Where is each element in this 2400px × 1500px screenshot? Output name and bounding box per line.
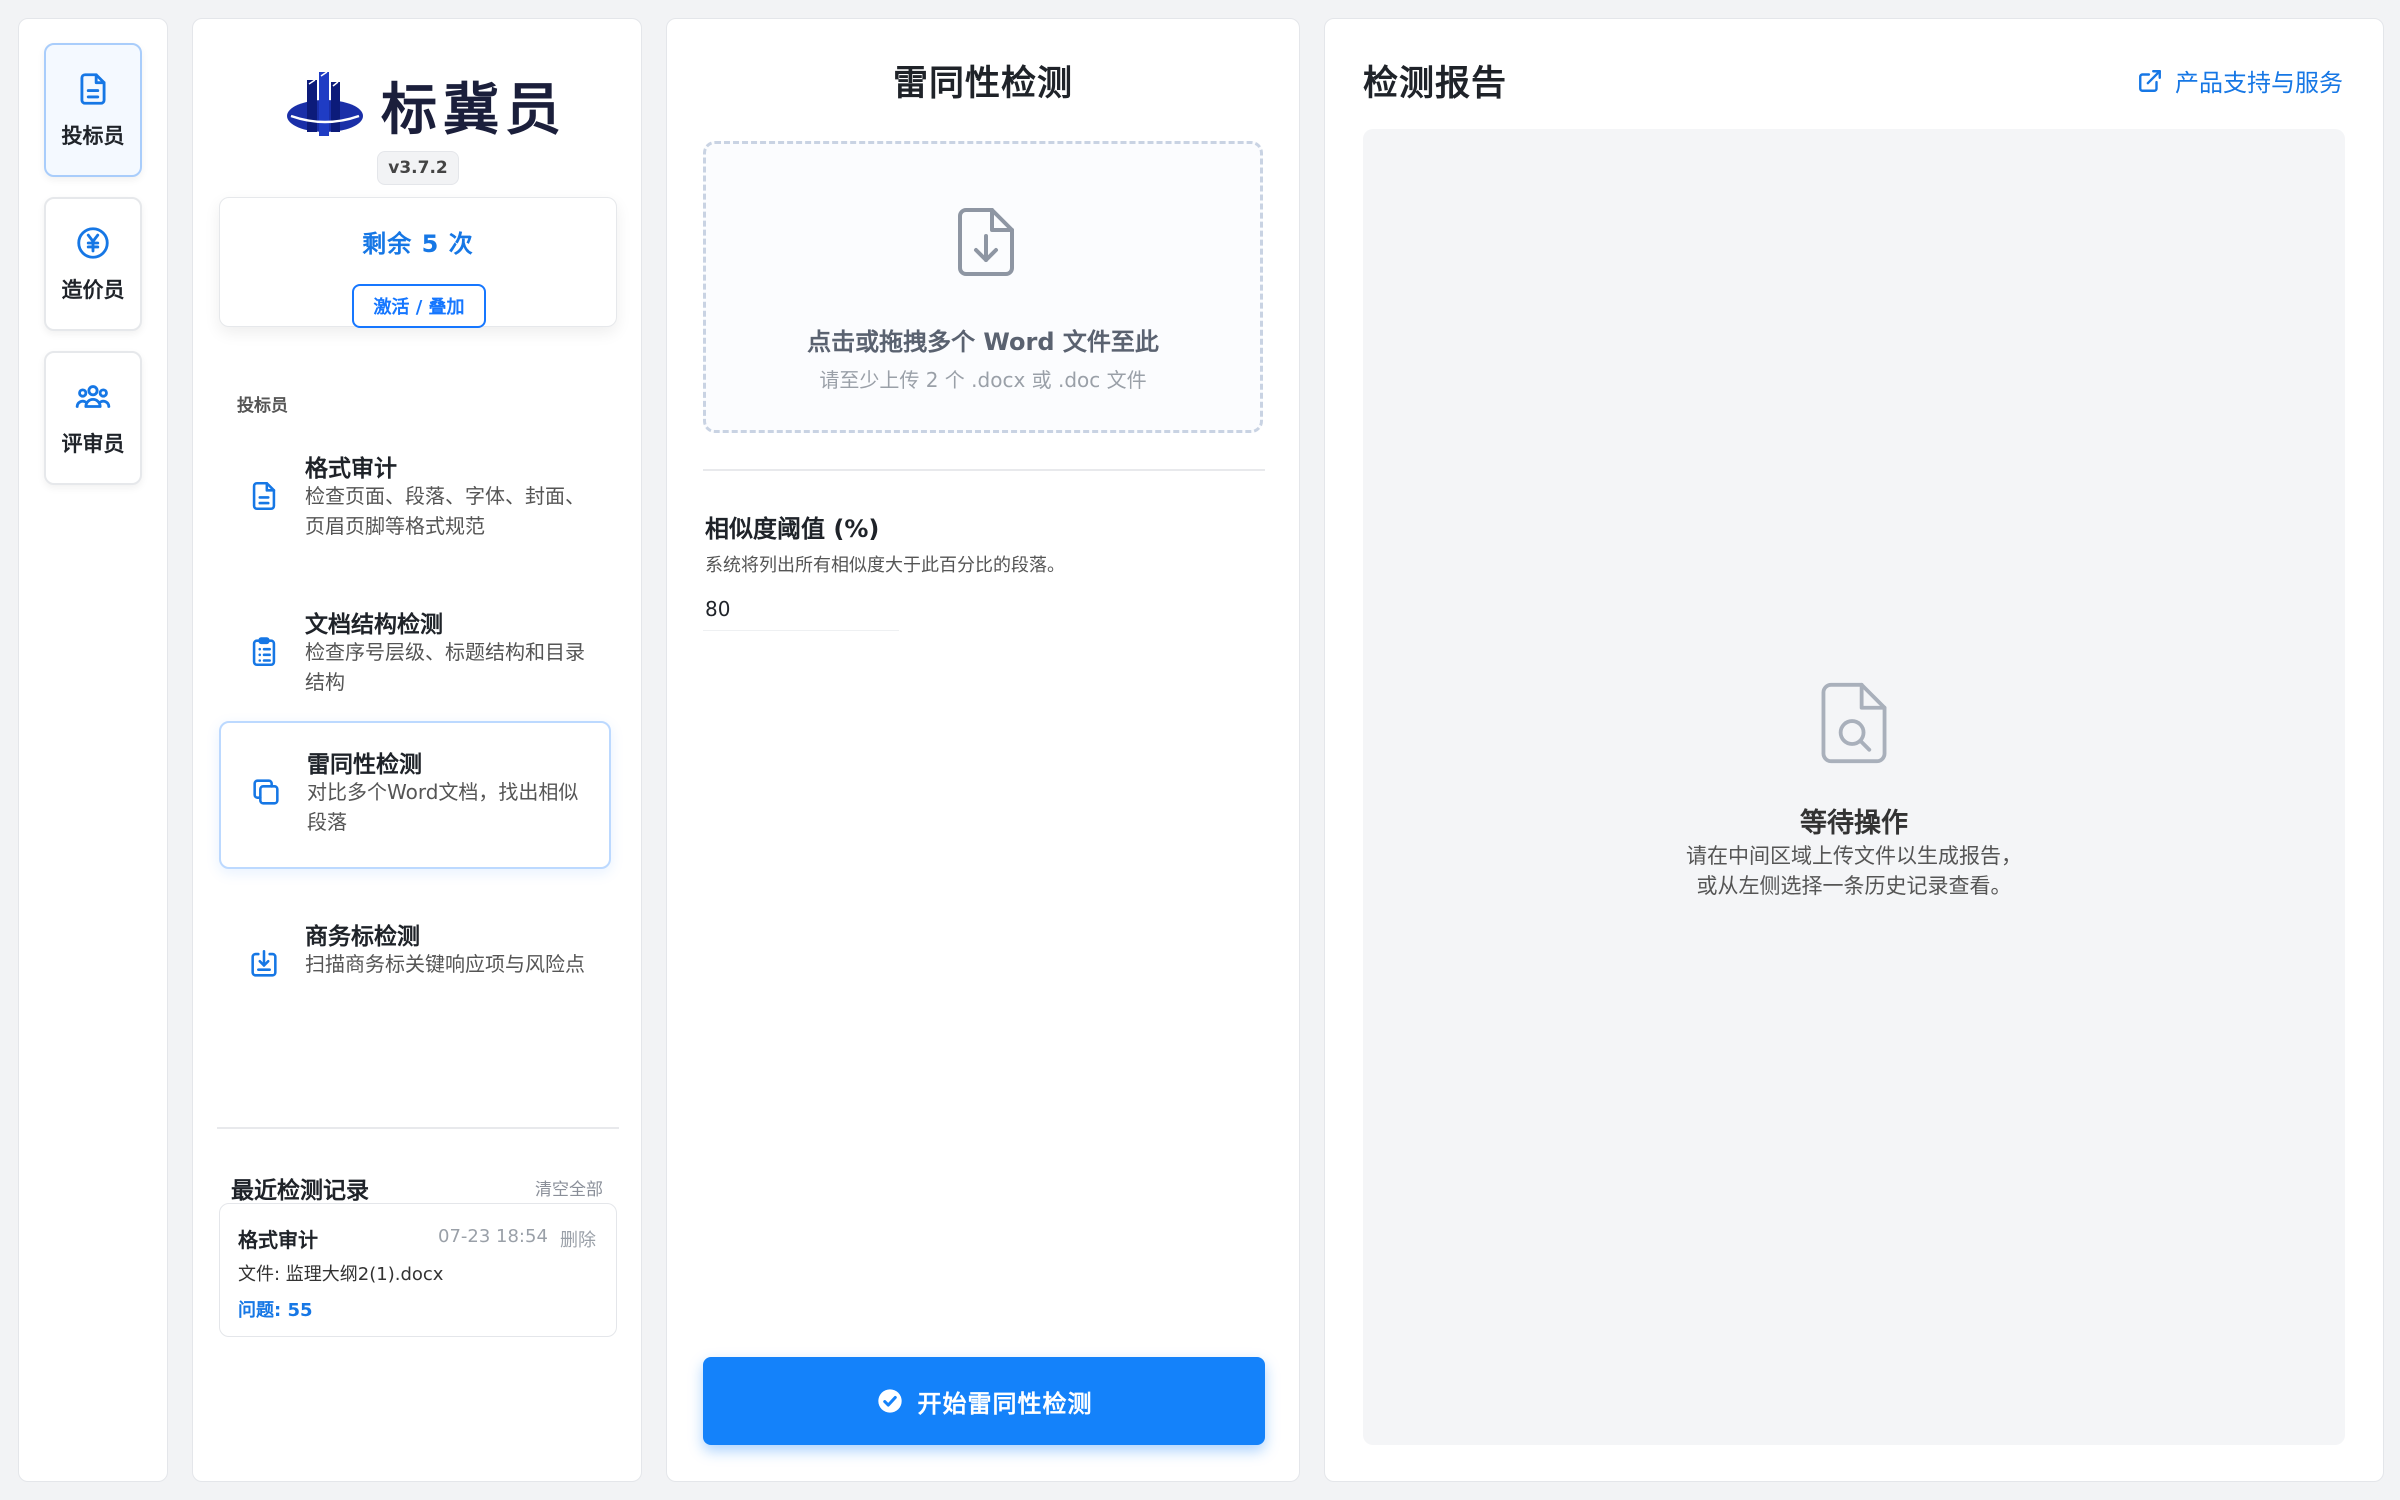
start-button-label: 开始雷同性检测 [917,1390,1093,1418]
external-link-icon [2139,69,2161,92]
clipboard-list-icon [252,637,276,667]
history-record[interactable]: 格式审计 07-23 18:54 删除 文件: 监理大纲2(1).docx 问题… [219,1203,617,1337]
role-cost-estimator[interactable]: 造价员 [44,197,142,331]
version-badge: v3.7.2 [377,151,459,185]
nav-item-structure-check[interactable]: 文档结构检测 检查序号层级、标题结构和目录结构 [219,583,611,731]
file-download-icon [958,208,1014,276]
threshold-input[interactable] [703,587,899,631]
dropzone-hint-text: 请至少上传 2 个 .docx 或 .doc 文件 [819,368,1147,392]
report-content-area: 等待操作 请在中间区域上传文件以生成报告， 或从左侧选择一条历史记录查看。 [1363,129,2345,1445]
role-bidder-label: 投标员 [61,124,125,148]
nav-item-desc: 扫描商务标关键响应项与风险点 [305,952,585,976]
nav-item-business-check[interactable]: 商务标检测 扫描商务标关键响应项与风险点 [219,895,611,1043]
record-delete-button[interactable]: 删除 [560,1226,596,1252]
empty-state-desc-line: 请在中间区域上传文件以生成报告， [1686,844,2022,868]
threshold-label: 相似度阈值 (%) [705,515,880,543]
nav-divider [217,1127,619,1129]
nav-item-title: 商务标检测 [305,924,420,950]
brand-name: 标冀员 [381,78,567,143]
document-icon [80,73,106,105]
dropzone-main-text: 点击或拖拽多个 Word 文件至此 [807,328,1159,356]
empty-state-desc: 请在中间区域上传文件以生成报告， 或从左侧选择一条历史记录查看。 [1363,841,2345,901]
users-icon [75,385,111,408]
nav-item-desc: 对比多个Word文档，找出相似段落 [307,780,579,834]
file-text-icon [252,481,276,511]
role-reviewer-label: 评审员 [61,432,125,456]
nav-item-desc: 检查页面、段落、字体、封面、页眉页脚等格式规范 [305,484,585,538]
nav-item-title: 雷同性检测 [307,752,422,778]
record-type: 格式审计 [238,1228,318,1252]
record-file: 文件: 监理大纲2(1).docx [238,1264,444,1285]
record-time: 07-23 18:54 [438,1226,548,1247]
file-dropzone[interactable]: 点击或拖拽多个 Word 文件至此 请至少上传 2 个 .docx 或 .doc… [703,141,1263,433]
nav-item-title: 文档结构检测 [305,612,443,638]
copy-icon [253,779,279,805]
nav-section-title: 投标员 [237,396,288,416]
nav-item-title: 格式审计 [305,456,397,482]
clear-all-button[interactable]: 清空全部 [535,1175,603,1200]
record-issue-count: 问题: 55 [238,1300,313,1321]
building-logo-icon [287,70,363,136]
empty-state-desc-line: 或从左侧选择一条历史记录查看。 [1696,874,2012,898]
threshold-hint: 系统将列出所有相似度大于此百分比的段落。 [705,555,1065,576]
similarity-check-panel: 雷同性检测 点击或拖拽多个 Word 文件至此 请至少上传 2 个 .docx … [666,18,1300,1482]
role-rail: 投标员 造价员 评审员 [18,18,168,1482]
brand-logo: 标冀员 [285,65,567,146]
nav-item-format-audit[interactable]: 格式审计 检查页面、段落、字体、封面、页眉页脚等格式规范 [219,427,611,575]
role-bidder[interactable]: 投标员 [44,43,142,177]
support-link-label: 产品支持与服务 [2175,69,2343,97]
quota-card: 剩余 5 次 激活 / 叠加 [219,197,617,328]
nav-item-desc: 检查序号层级、标题结构和目录结构 [305,640,585,694]
remaining-count: 剩余 5 次 [362,230,474,258]
report-title: 检测报告 [1363,64,1508,104]
report-panel: 检测报告 产品支持与服务 等待操作 请在中间区域上传文件以生成报告， 或从左侧选… [1324,18,2384,1482]
yen-icon [77,227,109,259]
role-cost-estimator-label: 造价员 [61,278,125,302]
empty-state-title: 等待操作 [1800,808,1908,839]
recent-records-title: 最近检测记录 [231,1178,369,1204]
center-divider [703,469,1265,471]
tray-download-icon [251,949,277,977]
file-search-icon [1821,682,1887,764]
role-reviewer[interactable]: 评审员 [44,351,142,485]
activate-button[interactable]: 激活 / 叠加 [352,284,486,328]
panel-title: 雷同性检测 [892,64,1073,104]
start-similarity-check-button[interactable]: 开始雷同性检测 [703,1357,1265,1445]
nav-item-similarity-check[interactable]: 雷同性检测 对比多个Word文档，找出相似段落 [219,721,611,869]
feature-nav-panel: 标冀员 v3.7.2 剩余 5 次 激活 / 叠加 投标员 格式审计 检查页面、… [192,18,642,1482]
product-support-link[interactable]: 产品支持与服务 [2137,63,2343,98]
check-circle-icon [877,1389,902,1413]
